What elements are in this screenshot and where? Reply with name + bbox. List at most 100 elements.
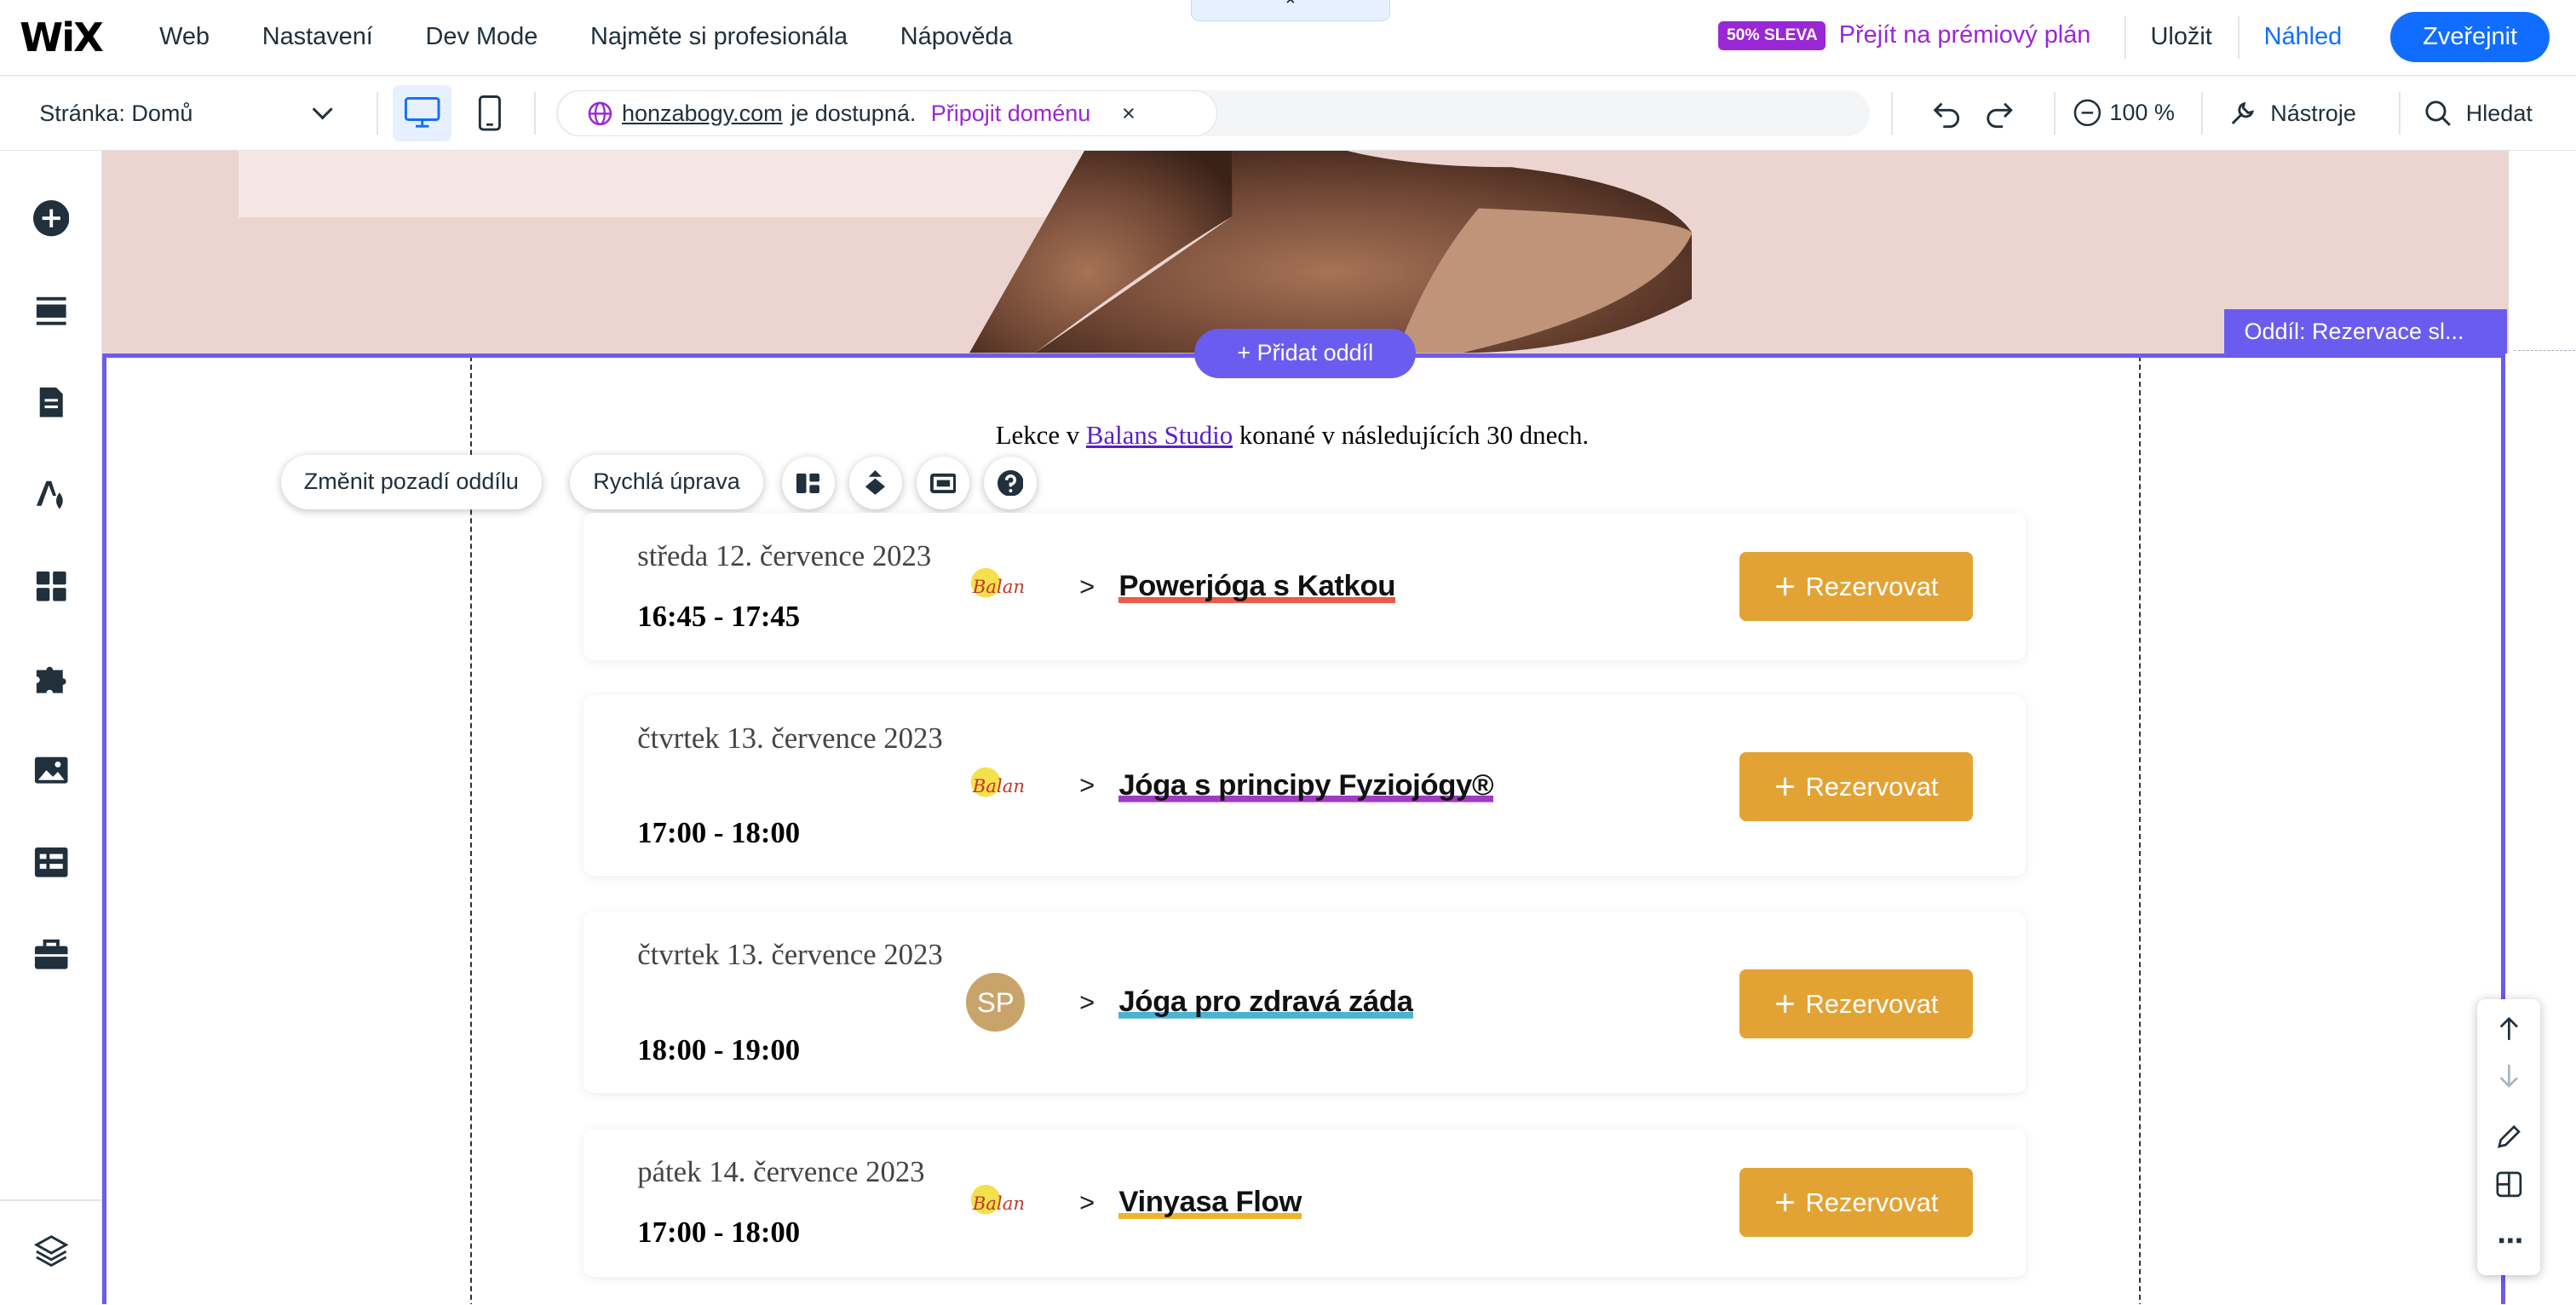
change-background-button[interactable]: Změnit pozadí oddílu <box>280 455 542 509</box>
discount-badge: 50% SLEVA <box>1718 21 1826 50</box>
chevron-down-icon[interactable] <box>312 98 334 120</box>
arrow-down-icon <box>2499 1064 2518 1088</box>
domain-name[interactable]: honzabogy.com <box>622 101 783 127</box>
hero-section[interactable] <box>101 151 2509 354</box>
cms-table-icon[interactable] <box>33 844 69 880</box>
connect-domain-link[interactable]: Připojit doménu <box>931 101 1091 127</box>
layers-icon[interactable] <box>33 1232 69 1268</box>
chevron-right-icon[interactable]: > <box>1079 572 1095 602</box>
chevron-right-icon[interactable]: > <box>1079 987 1095 1018</box>
event-date: pátek 14. července 2023 <box>637 1154 925 1188</box>
preview-button[interactable]: Náhled <box>2264 23 2343 51</box>
menu-dev-mode[interactable]: Dev Mode <box>426 23 538 51</box>
event-title[interactable]: Jóga pro zdravá záda <box>1118 986 1413 1020</box>
add-section-button[interactable]: + Přidat oddíl <box>1194 328 1417 378</box>
instructor-avatar: SP <box>966 972 1026 1032</box>
divider <box>2201 91 2204 135</box>
hero-image[interactable] <box>969 151 1693 354</box>
layout-icon <box>796 473 820 493</box>
book-label: Rezervovat <box>1805 772 1939 802</box>
stretch-icon <box>929 473 957 493</box>
layout-grid-button[interactable] <box>2494 1170 2524 1206</box>
chevron-right-icon[interactable]: > <box>1079 1187 1095 1218</box>
pages-icon[interactable] <box>33 384 69 420</box>
event-time: 16:45 - 17:45 <box>637 599 801 633</box>
upgrade-link[interactable]: Přejít na prémiový plán <box>1839 21 2091 49</box>
wrench-icon <box>2231 101 2255 124</box>
book-button[interactable]: + Rezervovat <box>1739 969 1974 1038</box>
event-title[interactable]: Powerjóga s Katkou <box>1118 570 1395 604</box>
collapse-topbar-button[interactable]: ⌃ <box>1191 0 1390 22</box>
menu-hire-pro[interactable]: Najměte si profesionála <box>590 23 848 51</box>
studio-logo-icon: Balans <box>970 767 1026 797</box>
sections-icon[interactable] <box>33 292 69 328</box>
divider <box>2398 91 2401 135</box>
premium-promo[interactable]: 50% SLEVA Přejít na prémiový plán <box>1718 21 2090 50</box>
redo-button[interactable] <box>1983 95 2019 138</box>
wix-logo[interactable]: WiX <box>20 14 104 60</box>
editor-canvas[interactable]: Oddíl: Rezervace sl... + Přidat oddíl Le… <box>101 151 2576 1305</box>
zoom-control[interactable]: 100 % <box>2073 99 2175 127</box>
divider <box>2124 16 2126 60</box>
search-icon <box>2425 101 2451 126</box>
plus-icon: + <box>1774 566 1796 607</box>
add-elements-icon[interactable] <box>32 200 69 237</box>
page-select[interactable]: Stránka: Domů <box>39 101 193 127</box>
redo-icon <box>1987 102 2013 128</box>
studio-link[interactable]: Balans Studio <box>1086 421 1233 450</box>
zoom-out-icon <box>2073 99 2101 126</box>
save-button[interactable]: Uložit <box>2151 23 2212 51</box>
quick-edit-button[interactable]: Rychlá úprava <box>570 455 763 509</box>
arrange-layers-icon <box>865 469 886 495</box>
book-button[interactable]: + Rezervovat <box>1739 551 1974 621</box>
move-up-button[interactable] <box>2494 1014 2524 1050</box>
more-icon[interactable]: ⋯ <box>2497 1226 2523 1256</box>
puzzle-icon[interactable] <box>33 660 69 696</box>
svg-text:Balans: Balans <box>972 776 1026 797</box>
mobile-view-button[interactable] <box>465 85 515 141</box>
book-button[interactable]: + Rezervovat <box>1739 1168 1974 1238</box>
stretch-button[interactable] <box>917 457 969 509</box>
search-button[interactable]: Hledat <box>2424 99 2533 129</box>
layout-button[interactable] <box>782 457 835 509</box>
event-title[interactable]: Vinyasa Flow <box>1118 1186 1302 1220</box>
divider <box>2053 91 2056 135</box>
grid-icon <box>2496 1171 2521 1198</box>
briefcase-icon[interactable] <box>33 936 69 972</box>
undo-button[interactable] <box>1927 95 1963 138</box>
event-card[interactable]: čtvrtek 13. července 2023 18:00 - 19:00 … <box>583 911 2026 1093</box>
publish-button[interactable]: Zveřejnit <box>2390 11 2550 63</box>
intro-text[interactable]: Lekce v Balans Studio konané v následují… <box>996 421 1589 451</box>
apps-grid-icon[interactable] <box>33 568 69 604</box>
help-button[interactable] <box>984 457 1037 509</box>
search-label: Hledat <box>2465 100 2533 126</box>
domain-notice: honzabogy.com je dostupná. Připojit domé… <box>556 90 1218 137</box>
plus-icon: + <box>1774 767 1796 808</box>
menu-web[interactable]: Web <box>159 23 210 51</box>
section-label[interactable]: Oddíl: Rezervace sl... <box>2224 308 2508 354</box>
divider <box>376 91 378 135</box>
media-image-icon[interactable] <box>33 752 69 788</box>
tools-button[interactable]: Nástroje <box>2228 99 2356 129</box>
arrange-button[interactable] <box>849 457 902 509</box>
globe-icon <box>589 101 612 125</box>
event-card[interactable]: pátek 14. července 2023 17:00 - 18:00 Ba… <box>583 1128 2026 1277</box>
edit-button[interactable] <box>2494 1122 2524 1158</box>
event-date: čtvrtek 13. července 2023 <box>637 938 943 972</box>
event-card[interactable]: čtvrtek 13. července 2023 17:00 - 18:00 … <box>583 694 2026 876</box>
book-label: Rezervovat <box>1805 1187 1939 1218</box>
studio-logo-icon: Balans <box>970 1184 1025 1214</box>
mobile-icon <box>478 95 501 131</box>
book-button[interactable]: + Rezervovat <box>1739 752 1974 822</box>
design-icon[interactable] <box>33 476 69 512</box>
desktop-view-button[interactable] <box>392 85 452 141</box>
event-card[interactable]: středa 12. července 2023 16:45 - 17:45 B… <box>583 512 2026 661</box>
close-icon[interactable]: × <box>1122 101 1136 127</box>
menu-help[interactable]: Nápověda <box>900 23 1013 51</box>
move-down-button[interactable] <box>2494 1061 2524 1098</box>
grid-guide <box>2513 349 2576 351</box>
menu-settings[interactable]: Nastavení <box>262 23 373 51</box>
chevron-right-icon[interactable]: > <box>1079 770 1095 801</box>
editor-toolbar: Stránka: Domů honzabogy.com je dostupná.… <box>0 75 2576 152</box>
event-title[interactable]: Jóga s principy Fyziojógy® <box>1118 768 1494 802</box>
